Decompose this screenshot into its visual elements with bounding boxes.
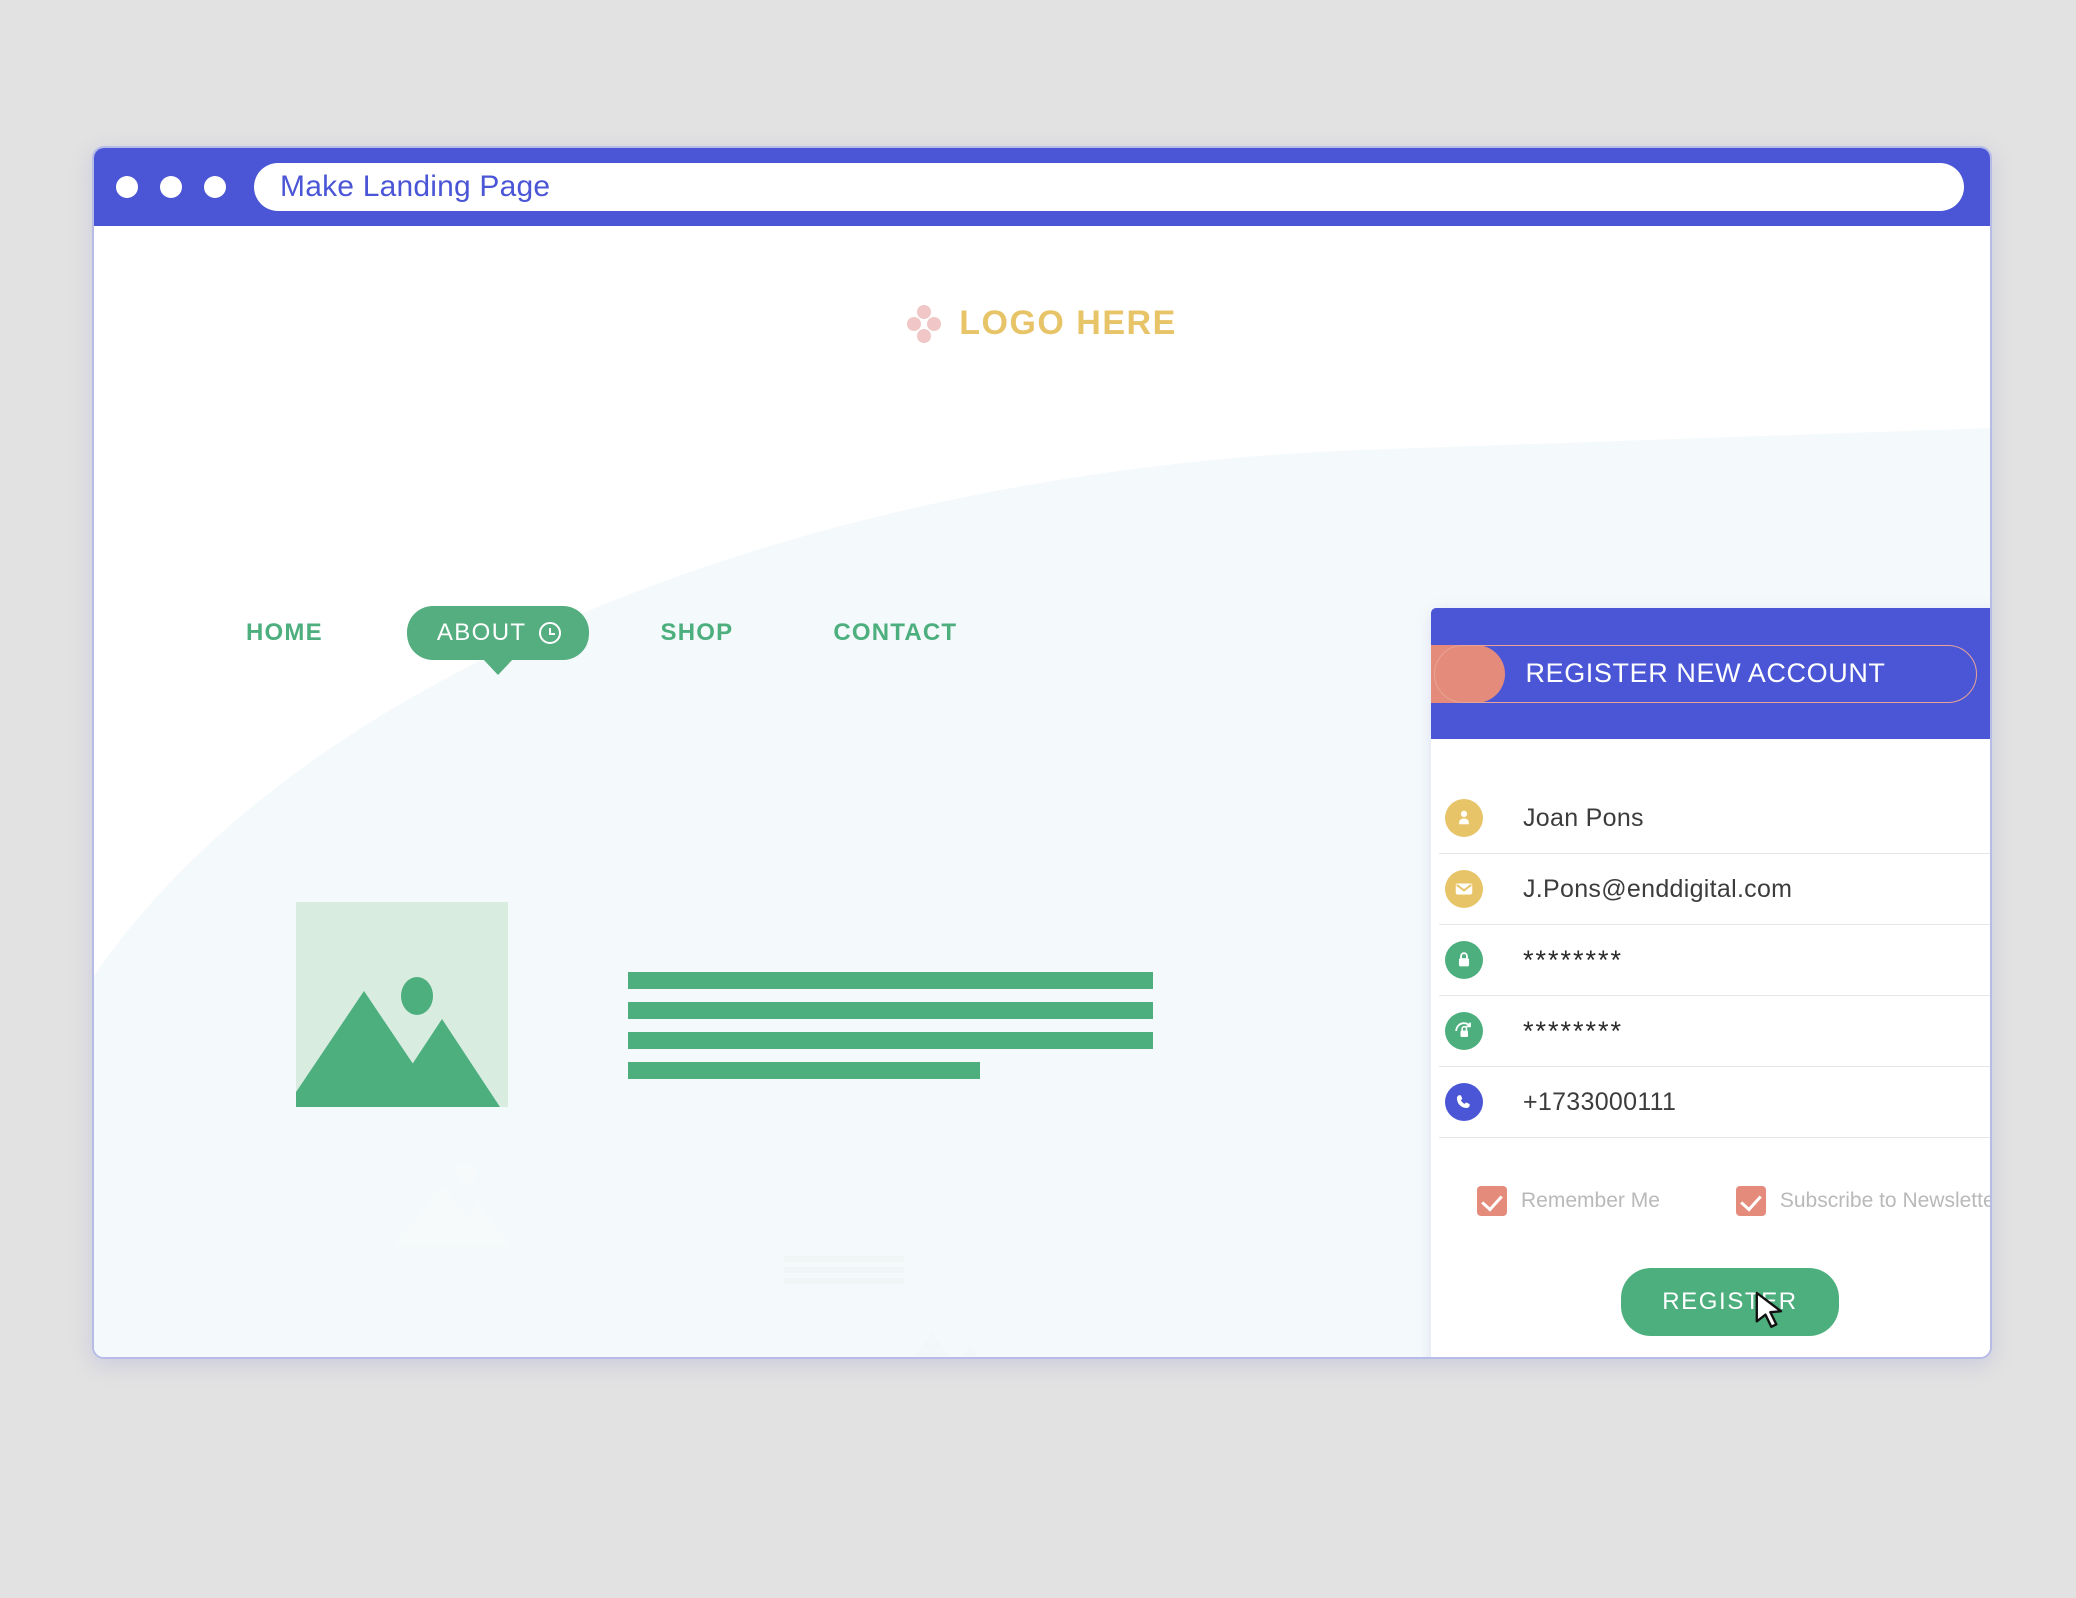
- nav-item-about-label: ABOUT: [436, 619, 527, 646]
- field-phone[interactable]: +1733000111: [1439, 1067, 1990, 1138]
- article-text-bars: [628, 972, 1153, 1092]
- subscribe-label: Subscribe to Newsletter: [1779, 1189, 1990, 1212]
- envelope-icon: [1445, 870, 1483, 908]
- nav-item-home[interactable]: HOME: [246, 619, 323, 647]
- main-navigation: HOME ABOUT SHOP CONTACT: [246, 606, 957, 660]
- clock-icon: [538, 622, 561, 644]
- maximize-dot[interactable]: [204, 176, 226, 198]
- window-controls: [116, 176, 226, 198]
- email-value: J.Pons@enddigital.com: [1523, 874, 1793, 903]
- register-card-header: REGISTER NEW ACCOUNT: [1431, 608, 1990, 739]
- lock-refresh-icon: [1445, 1012, 1483, 1050]
- minimize-dot[interactable]: [160, 176, 182, 198]
- page-canvas: LOGO HERE HOME ABOUT SHOP CONTACT REGIST…: [94, 226, 1990, 1357]
- article-block: [296, 902, 1153, 1107]
- user-icon: [1445, 799, 1483, 837]
- field-confirm-password[interactable]: ********: [1439, 996, 1990, 1067]
- register-button[interactable]: REGISTER: [1621, 1268, 1839, 1336]
- checkbox-row: Remember Me Subscribe to Newsletter: [1477, 1186, 1990, 1216]
- site-logo[interactable]: LOGO HERE: [94, 304, 1990, 343]
- field-password[interactable]: ********: [1439, 925, 1990, 996]
- field-full-name[interactable]: Joan Pons: [1439, 783, 1990, 854]
- close-dot[interactable]: [116, 176, 138, 198]
- register-title: REGISTER NEW ACCOUNT: [1525, 658, 1886, 688]
- checkbox-subscribe[interactable]: Subscribe to Newsletter: [1735, 1186, 1990, 1216]
- remember-me-label: Remember Me: [1521, 1189, 1660, 1212]
- full-name-value: Joan Pons: [1523, 803, 1644, 832]
- url-text: Make Landing Page: [280, 170, 551, 203]
- lock-icon: [1445, 941, 1483, 979]
- nav-item-shop[interactable]: SHOP: [661, 619, 734, 647]
- logo-text: LOGO HERE: [959, 304, 1177, 342]
- password-value: ********: [1523, 944, 1624, 975]
- logo-flower-icon: [907, 304, 942, 343]
- register-form: Joan Pons J.Pons@enddigital.com ********…: [1431, 739, 1990, 1336]
- nav-item-contact[interactable]: CONTACT: [833, 619, 957, 647]
- ghost-mountain-icon: [894, 1326, 1004, 1357]
- url-bar[interactable]: Make Landing Page: [254, 163, 1964, 211]
- ghost-text-bars: [784, 1256, 904, 1289]
- phone-value: +1733000111: [1523, 1087, 1677, 1116]
- confirm-password-value: ********: [1523, 1015, 1624, 1046]
- field-email[interactable]: J.Pons@enddigital.com: [1439, 854, 1990, 925]
- remember-me-checkbox[interactable]: [1477, 1186, 1507, 1216]
- subscribe-checkbox[interactable]: [1735, 1186, 1766, 1216]
- browser-window: Make Landing Page LOGO HERE HOME ABOUT S…: [92, 146, 1992, 1359]
- register-card: REGISTER NEW ACCOUNT Joan Pons J.Pons@en…: [1431, 608, 1990, 1357]
- nav-item-about[interactable]: ABOUT: [406, 606, 589, 660]
- checkbox-remember-me[interactable]: Remember Me: [1477, 1186, 1660, 1216]
- submit-area: REGISTER: [1431, 1268, 1990, 1336]
- ghost-image-icon: [394, 1156, 524, 1246]
- phone-icon: [1445, 1083, 1483, 1121]
- register-title-outline: REGISTER NEW ACCOUNT: [1434, 644, 1977, 703]
- mountain-image-icon: [296, 902, 508, 1107]
- browser-titlebar: Make Landing Page: [94, 148, 1990, 226]
